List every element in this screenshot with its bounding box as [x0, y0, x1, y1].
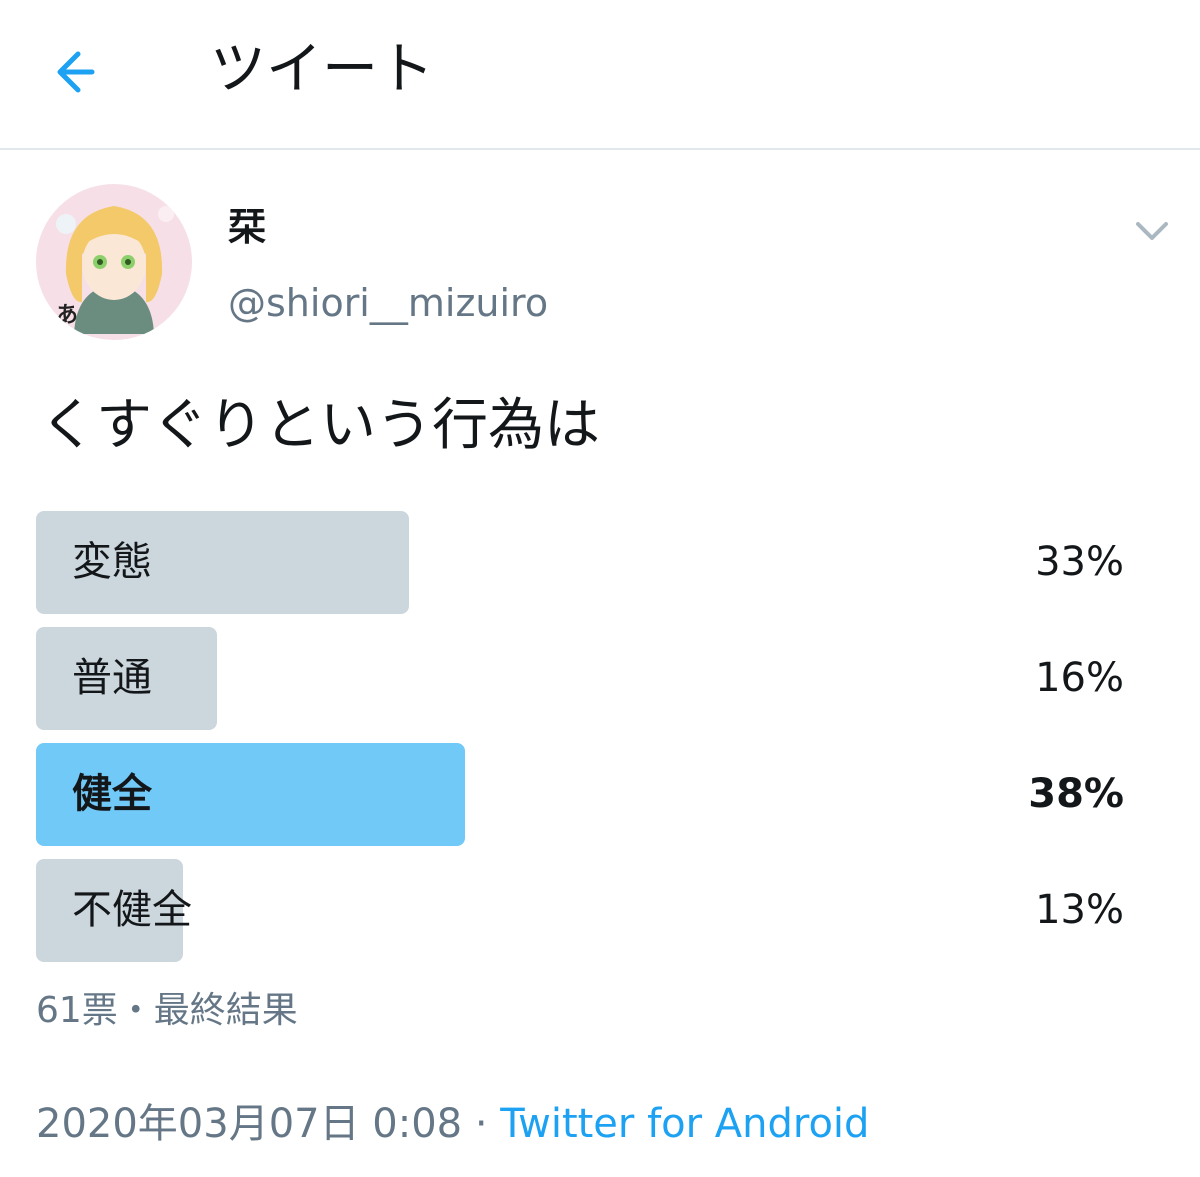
poll-option-percent: 33%	[1035, 539, 1124, 585]
poll: 変態 33% 普通 16% 健全 38% 不健全 13%	[36, 511, 1136, 975]
display-name[interactable]: 栞	[228, 200, 266, 254]
back-button[interactable]	[44, 40, 116, 104]
poll-option: 変態 33%	[36, 511, 1136, 614]
poll-option: 普通 16%	[36, 627, 1136, 730]
top-bar: ツイート	[0, 0, 1200, 150]
poll-option-percent: 38%	[1028, 771, 1124, 817]
arrow-left-icon	[57, 51, 95, 93]
profile-avatar: あ	[36, 184, 192, 340]
poll-option: 健全 38%	[36, 743, 1136, 846]
poll-option-label: 不健全	[72, 887, 192, 933]
source-link[interactable]: Twitter for Android	[500, 1101, 869, 1147]
tweet-menu-button[interactable]	[1126, 208, 1178, 252]
poll-results-meta: 61票・最終結果	[36, 990, 298, 1031]
tweet-footer: 2020年03月07日 0:08 · Twitter for Android	[36, 1094, 869, 1154]
avatar-text: あ	[56, 303, 78, 328]
username[interactable]: @shiori__mizuiro	[228, 276, 548, 330]
poll-option-percent: 13%	[1035, 887, 1124, 933]
poll-option: 不健全 13%	[36, 859, 1136, 962]
tweet-text: くすぐりという行為は	[40, 393, 600, 458]
chevron-down-icon	[1136, 222, 1168, 240]
poll-option-label: 変態	[72, 539, 152, 585]
separator: ·	[462, 1101, 501, 1147]
page-title: ツイート	[210, 37, 434, 102]
poll-option-percent: 16%	[1035, 655, 1124, 701]
poll-option-label: 普通	[72, 655, 152, 701]
avatar[interactable]: あ	[36, 184, 192, 340]
poll-option-label: 健全	[72, 771, 152, 817]
timestamp: 2020年03月07日 0:08	[36, 1101, 463, 1147]
